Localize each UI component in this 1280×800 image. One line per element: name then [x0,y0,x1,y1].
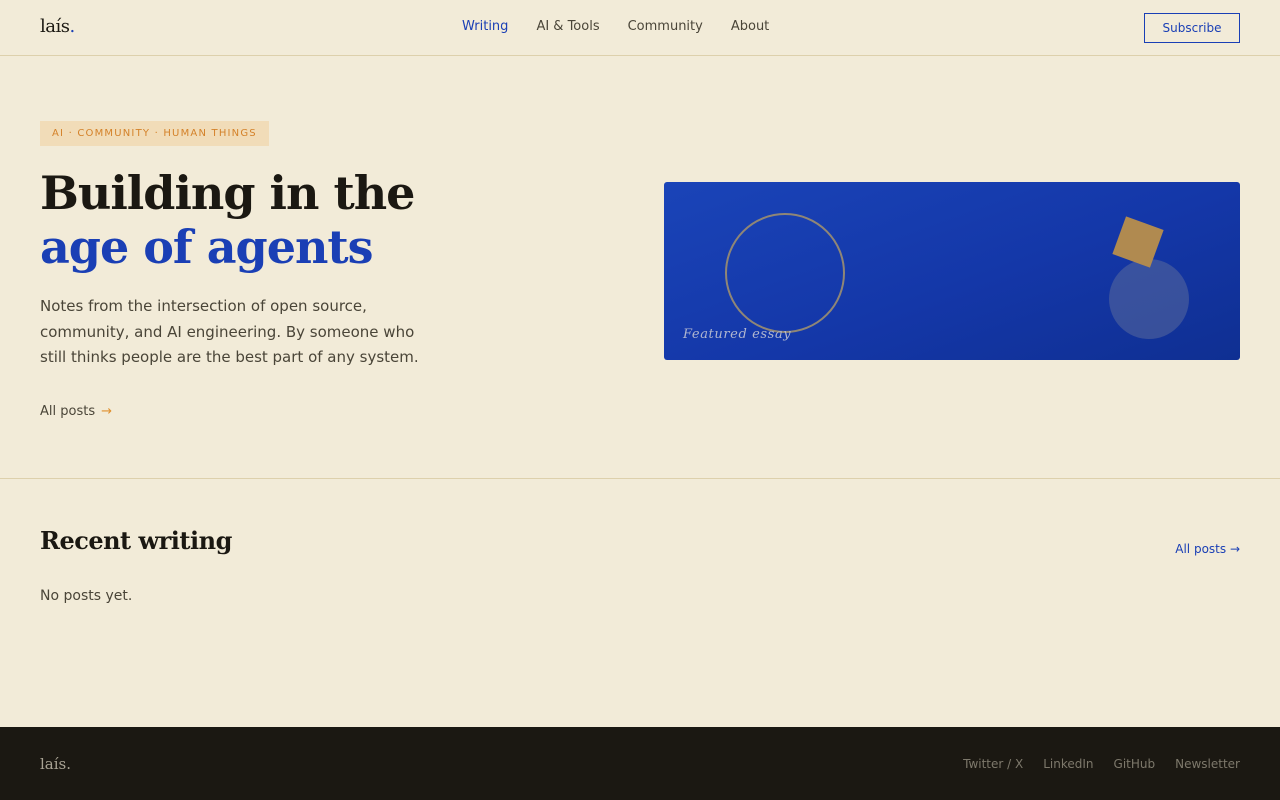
main-nav: Writing AI & Tools Community About [462,19,769,34]
site-logo[interactable]: laís. [40,16,75,37]
nav-writing[interactable]: Writing [462,19,508,34]
section-divider [0,478,1280,479]
arrow-right-icon: → [101,404,113,419]
footer-link-newsletter[interactable]: Newsletter [1175,757,1240,771]
logo-dot: . [69,16,75,37]
hero-tag: AI · Community · Human things [40,121,269,146]
recent-all-posts-link[interactable]: All posts → [1175,542,1240,556]
footer-link-github[interactable]: GitHub [1114,757,1156,771]
hero-title-line2: age of agents [40,220,374,274]
footer-link-linkedin[interactable]: LinkedIn [1043,757,1093,771]
footer-link-twitter[interactable]: Twitter / X [963,757,1023,771]
empty-posts-message: No posts yet. [40,588,133,604]
footer-logo[interactable]: laís. [40,755,71,773]
site-header: laís. Writing AI & Tools Community About… [0,0,1280,56]
hero-title-line1: Building in the [40,166,415,220]
nav-ai-tools[interactable]: AI & Tools [536,19,599,34]
hero-lead: Notes from the intersection of open sour… [40,297,419,366]
featured-essay-card[interactable]: Featured essay [664,182,1240,360]
logo-text: laís [40,16,70,37]
hero-title: Building in the age of agents [40,166,415,274]
nav-community[interactable]: Community [628,19,703,34]
circle-outline-shape [725,213,845,333]
recent-writing-heading: Recent writing [40,526,232,555]
circle-filled-shape [1109,259,1189,339]
nav-about[interactable]: About [731,19,769,34]
hero-all-posts-label: All posts [40,404,96,419]
subscribe-button[interactable]: Subscribe [1144,13,1240,43]
featured-essay-label: Featured essay [683,327,792,342]
hero-all-posts-link[interactable]: All posts → [40,404,112,419]
footer-links: Twitter / X LinkedIn GitHub Newsletter [963,757,1240,771]
site-footer: laís. Twitter / X LinkedIn GitHub Newsle… [0,727,1280,800]
